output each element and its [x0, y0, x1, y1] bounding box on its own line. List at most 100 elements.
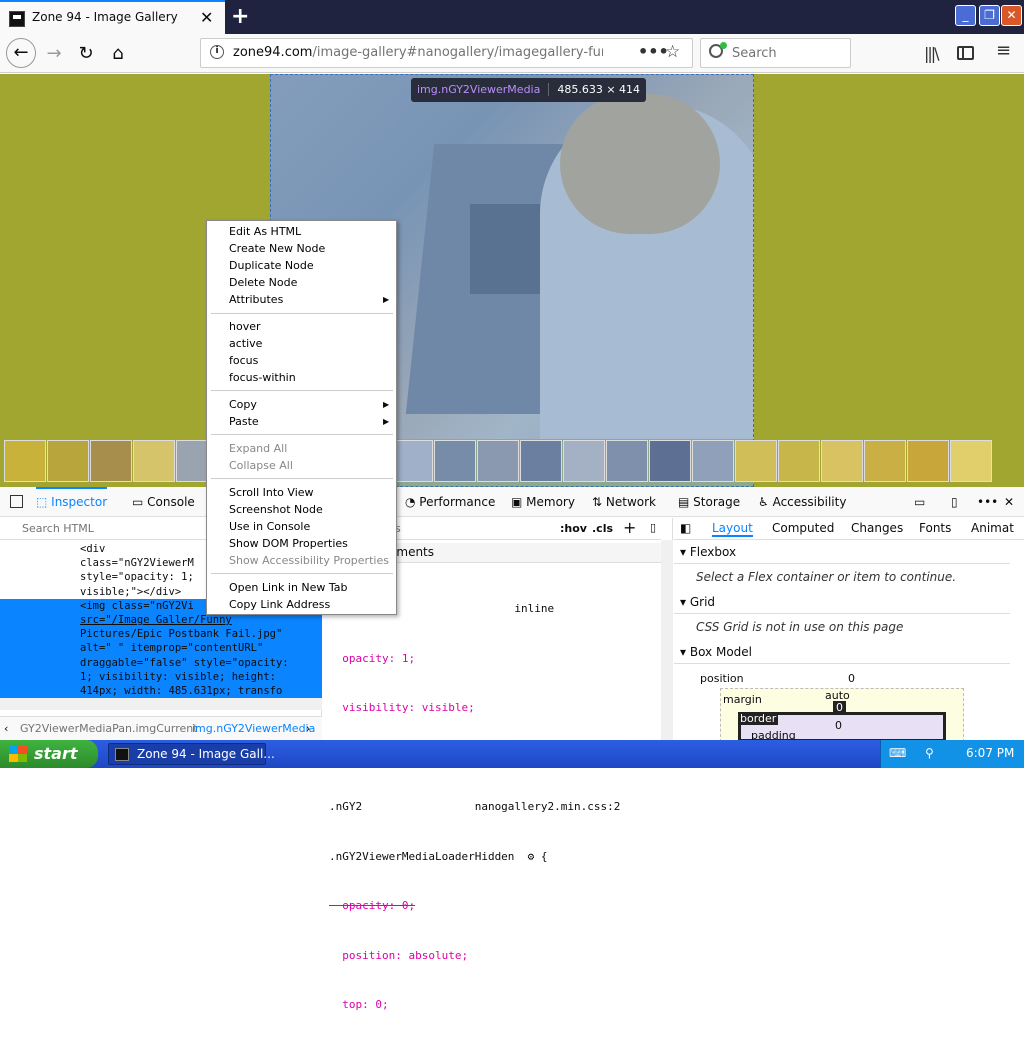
tab-layout[interactable]: Layout: [712, 521, 753, 537]
tab-accessibility[interactable]: ♿ Accessibility: [758, 487, 846, 517]
tab-network[interactable]: ⇅ Network: [592, 487, 656, 517]
url-bar[interactable]: i zone94.com/image-gallery#nanogallery/i…: [200, 38, 693, 68]
gallery-thumbnail[interactable]: [477, 440, 519, 482]
network-icon[interactable]: ⚲: [925, 746, 934, 760]
devtools-options-icon[interactable]: •••: [977, 487, 998, 517]
tab-storage[interactable]: ▤ Storage: [678, 487, 740, 517]
selected-line[interactable]: src="/Image Galler/Funny: [0, 613, 322, 627]
responsive-mode-icon[interactable]: ▯: [951, 487, 958, 517]
tab-console[interactable]: ▭ Console: [132, 487, 195, 517]
gallery-thumbnail[interactable]: [4, 440, 46, 482]
tab-memory[interactable]: ▣ Memory: [511, 487, 575, 517]
rule-line[interactable]: top: 0;: [329, 997, 620, 1014]
gallery-thumbnail[interactable]: [606, 440, 648, 482]
back-arrow-icon[interactable]: ←: [6, 38, 36, 68]
gallery-thumbnail[interactable]: [434, 440, 476, 482]
bookmark-star-icon[interactable]: ☆: [665, 42, 680, 62]
flexbox-section-header[interactable]: ▾ Flexbox: [674, 542, 1010, 564]
gallery-thumbnail[interactable]: [90, 440, 132, 482]
hamburger-menu-icon[interactable]: ≡: [996, 40, 1011, 61]
rule-line[interactable]: visibility: visible;: [329, 700, 620, 717]
window-close-button[interactable]: ✕: [1001, 5, 1022, 26]
menu-item-focus-within[interactable]: focus-within: [229, 371, 296, 384]
gallery-thumbnail[interactable]: [692, 440, 734, 482]
home-icon[interactable]: ⌂: [104, 40, 132, 68]
menu-item-show-dom-properties[interactable]: Show DOM Properties: [229, 537, 348, 550]
position-value[interactable]: 0: [848, 672, 855, 685]
clock[interactable]: 6:07 PM: [966, 746, 1014, 760]
dock-toggle-icon[interactable]: ▭: [914, 487, 925, 517]
tab-performance[interactable]: ◔ Performance: [405, 487, 495, 517]
tab-inspector[interactable]: ⬚ Inspector: [36, 487, 108, 517]
gallery-thumbnail[interactable]: [950, 440, 992, 482]
browser-tab[interactable]: Zone 94 - Image Gallery ✕: [0, 0, 225, 34]
markup-horizontal-scrollbar[interactable]: [0, 698, 322, 710]
keyboard-icon[interactable]: ⌨: [889, 746, 906, 760]
gallery-thumbnail[interactable]: [133, 440, 175, 482]
breadcrumb-item[interactable]: GY2ViewerMediaPan.imgCurrent: [20, 722, 198, 735]
gallery-thumbnail[interactable]: [907, 440, 949, 482]
rule-line[interactable]: opacity: 1;: [329, 651, 620, 668]
selected-line[interactable]: Pictures/Epic Postbank Fail.jpg": [0, 627, 322, 641]
gallery-thumbnail[interactable]: [563, 440, 605, 482]
menu-item-edit-as-html[interactable]: Edit As HTML: [229, 225, 301, 238]
padding-value[interactable]: 0: [835, 719, 842, 732]
search-field[interactable]: Search: [700, 38, 851, 68]
site-info-icon[interactable]: i: [210, 45, 224, 59]
element-picker-icon[interactable]: [10, 495, 23, 508]
tab-computed[interactable]: Computed: [772, 521, 834, 535]
menu-item-scroll-into-view[interactable]: Scroll Into View: [229, 486, 314, 499]
menu-item-attributes[interactable]: Attributes: [229, 293, 283, 306]
gallery-thumbnail[interactable]: [47, 440, 89, 482]
url-text[interactable]: zone94.com/image-gallery#nanogallery/ima…: [233, 45, 603, 60]
gallery-thumbnail[interactable]: [391, 440, 433, 482]
add-rule-icon[interactable]: +: [623, 518, 636, 537]
breadcrumb-item-current[interactable]: img.nGY2ViewerMedia: [192, 722, 315, 735]
menu-item-active[interactable]: active: [229, 337, 262, 350]
gallery-thumbnail[interactable]: [864, 440, 906, 482]
reload-icon[interactable]: ↻: [72, 40, 100, 68]
tab-fonts[interactable]: Fonts: [919, 521, 951, 535]
taskbar-window-button[interactable]: Zone 94 - Image Gall...: [108, 743, 275, 765]
new-tab-button[interactable]: +: [231, 4, 249, 29]
gallery-thumbnail[interactable]: [520, 440, 562, 482]
rule-line[interactable]: position: absolute;: [329, 948, 620, 965]
rule-line[interactable]: .nGY2ViewerMediaLoaderHidden ⚙ {: [329, 849, 620, 866]
menu-item-copy-link-address[interactable]: Copy Link Address: [229, 598, 330, 611]
gallery-thumbnail[interactable]: [821, 440, 863, 482]
tab-animations[interactable]: Animat: [971, 521, 1014, 535]
border-value[interactable]: 0: [833, 701, 846, 714]
menu-item-create-new-node[interactable]: Create New Node: [229, 242, 325, 255]
devtools-close-icon[interactable]: ✕: [1004, 487, 1014, 517]
breadcrumb-forward-icon[interactable]: ›: [306, 722, 310, 735]
boxmodel-section-header[interactable]: ▾ Box Model: [674, 642, 1010, 664]
menu-item-screenshot-node[interactable]: Screenshot Node: [229, 503, 323, 516]
menu-item-hover[interactable]: hover: [229, 320, 261, 333]
window-minimize-button[interactable]: _: [955, 5, 976, 26]
hov-button[interactable]: :hov: [560, 522, 587, 535]
rule-line[interactable]: opacity: 0;: [329, 898, 620, 915]
tab-changes[interactable]: Changes: [851, 521, 903, 535]
grid-section-header[interactable]: ▾ Grid: [674, 592, 1010, 614]
forward-arrow-icon[interactable]: →: [40, 40, 68, 68]
menu-item-open-link-new-tab[interactable]: Open Link in New Tab: [229, 581, 348, 594]
sidebar-toggle-icon[interactable]: [957, 46, 974, 60]
gallery-thumbnail[interactable]: [649, 440, 691, 482]
menu-item-duplicate-node[interactable]: Duplicate Node: [229, 259, 314, 272]
tab-close-icon[interactable]: ✕: [200, 8, 213, 27]
gallery-thumbnail[interactable]: [735, 440, 777, 482]
sidebar-toggle-icon[interactable]: ◧: [680, 521, 691, 535]
menu-item-delete-node[interactable]: Delete Node: [229, 276, 297, 289]
menu-item-use-in-console[interactable]: Use in Console: [229, 520, 310, 533]
breadcrumb-back-icon[interactable]: ‹: [4, 722, 8, 735]
rule-line[interactable]: .nGY2 nanogallery2.min.css:2: [329, 799, 620, 816]
print-simulation-icon[interactable]: ▯: [650, 521, 656, 534]
menu-item-copy[interactable]: Copy: [229, 398, 257, 411]
rules-scrollbar[interactable]: [661, 540, 673, 740]
menu-item-paste[interactable]: Paste: [229, 415, 259, 428]
gallery-thumbnail[interactable]: [778, 440, 820, 482]
menu-item-focus[interactable]: focus: [229, 354, 258, 367]
window-maximize-button[interactable]: ❐: [979, 5, 1000, 26]
cls-button[interactable]: .cls: [592, 522, 613, 535]
library-icon[interactable]: |||\: [924, 44, 940, 63]
